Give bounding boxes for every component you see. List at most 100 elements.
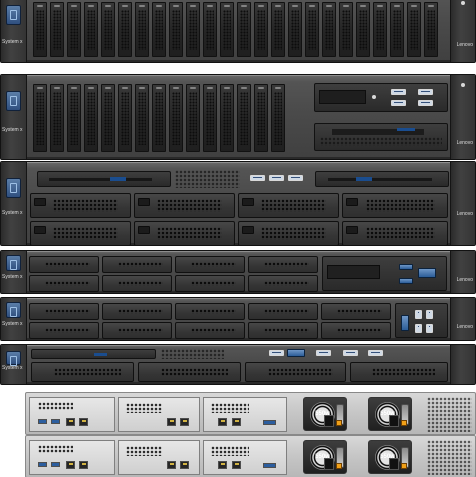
drive-bay — [84, 84, 98, 152]
left-rack-ear: System x — [1, 0, 27, 62]
ethernet-port-icon — [66, 461, 75, 469]
eject-bar — [110, 177, 126, 181]
ethernet-port-icon — [232, 418, 241, 426]
drive-latch — [138, 198, 150, 206]
right-rack-ear — [450, 345, 475, 384]
vent-grille — [190, 328, 236, 333]
usb-port-icon — [38, 462, 47, 467]
front-vga-port — [6, 351, 21, 366]
vent-grille — [38, 445, 73, 453]
brand-label-right: Lenovo — [456, 277, 473, 283]
drive-bay — [254, 2, 268, 57]
optical-slot — [49, 178, 152, 181]
release-tab — [336, 463, 342, 469]
drive-bay — [220, 2, 234, 57]
power-button-icon — [461, 83, 465, 87]
right-rack-ear: Lenovo — [450, 75, 475, 159]
vent-grille — [320, 137, 442, 146]
rear-pcie-card — [203, 397, 287, 432]
drive-bay — [134, 193, 235, 218]
drive-bay — [175, 303, 245, 320]
drive-latch — [346, 226, 358, 234]
drive-bay — [342, 193, 448, 218]
server-rear-1: 550w 550w — [25, 392, 476, 435]
vent-grille — [211, 446, 249, 456]
eject-bar — [356, 177, 372, 181]
drive-bay — [271, 84, 285, 152]
vent-grille — [156, 199, 223, 212]
power-button-icon — [372, 95, 376, 99]
drive-bay — [248, 256, 318, 273]
server-rear-2: 550w 550w — [25, 435, 476, 477]
vent-grille — [263, 328, 309, 333]
right-rack-ear: Lenovo — [450, 298, 475, 340]
vga-port-icon — [401, 315, 409, 331]
left-rack-ear: System x — [1, 298, 27, 340]
left-rack-ear: System x — [1, 251, 27, 293]
drive-bay — [102, 303, 172, 320]
usb-port-icon — [415, 324, 422, 333]
drive-bay — [29, 275, 99, 292]
server-montage: System x Lenovo System x Lenovo System x… — [0, 0, 476, 477]
vent-grille — [126, 403, 162, 413]
usb-port-icon — [38, 419, 47, 424]
vga-port-icon — [263, 463, 276, 468]
drive-bay — [203, 84, 217, 152]
drive-bay — [175, 256, 245, 273]
vent-grille — [44, 262, 90, 267]
drive-bay — [321, 303, 391, 320]
vent-grille — [263, 281, 309, 286]
front-control-panel — [322, 256, 447, 291]
drive-bay — [220, 84, 234, 152]
vent-grille — [190, 262, 236, 267]
vent-grille — [427, 397, 472, 432]
vent-grille — [175, 170, 240, 188]
drive-latch — [138, 226, 150, 234]
server-unit-6: System x — [0, 344, 476, 385]
rear-io-card — [29, 397, 115, 432]
usb-port-icon — [269, 350, 284, 356]
ethernet-port-icon — [79, 461, 88, 469]
usb-port-icon — [391, 100, 406, 106]
power-supply: 550w — [303, 440, 347, 474]
rear-pcie-card — [118, 440, 200, 475]
drive-bay — [102, 322, 172, 339]
drive-bay — [322, 2, 336, 57]
drive-bay — [29, 322, 99, 339]
drive-bay — [186, 2, 200, 57]
left-rack-ear: System x — [1, 345, 27, 384]
release-tab — [401, 420, 407, 426]
usb-port-icon — [399, 264, 413, 270]
drive-bay — [424, 2, 438, 57]
drive-bay — [135, 84, 149, 152]
usb-port-icon — [391, 89, 406, 95]
display-window — [327, 265, 380, 279]
usb-port-icon — [316, 350, 331, 356]
vent-grille — [44, 281, 90, 286]
vent-grille — [190, 309, 236, 314]
drive-bay — [288, 2, 302, 57]
drive-bay — [50, 2, 64, 57]
display-window — [319, 90, 366, 104]
drive-bay — [248, 322, 318, 339]
optical-drive-bay — [314, 123, 448, 151]
usb-port-icon — [343, 350, 358, 356]
brand-label-right: Lenovo — [456, 42, 473, 48]
drive-bay — [135, 2, 149, 57]
left-rack-ear: System x — [1, 75, 27, 159]
front-control-panel — [314, 83, 448, 112]
vent-grille — [263, 262, 309, 267]
vent-grille — [117, 281, 163, 286]
server-unit-4: System x Lenovo — [0, 250, 476, 294]
drive-bay — [29, 256, 99, 273]
vga-port-icon — [263, 420, 276, 425]
rear-io-card — [29, 440, 115, 475]
power-supply: 550w — [368, 397, 412, 431]
vent-grille — [336, 309, 382, 314]
drive-bay — [33, 84, 47, 152]
drive-latch — [34, 198, 46, 206]
drive-bay — [339, 2, 353, 57]
drive-bay — [305, 2, 319, 57]
vent-grille — [117, 328, 163, 333]
drive-bay — [152, 2, 166, 57]
